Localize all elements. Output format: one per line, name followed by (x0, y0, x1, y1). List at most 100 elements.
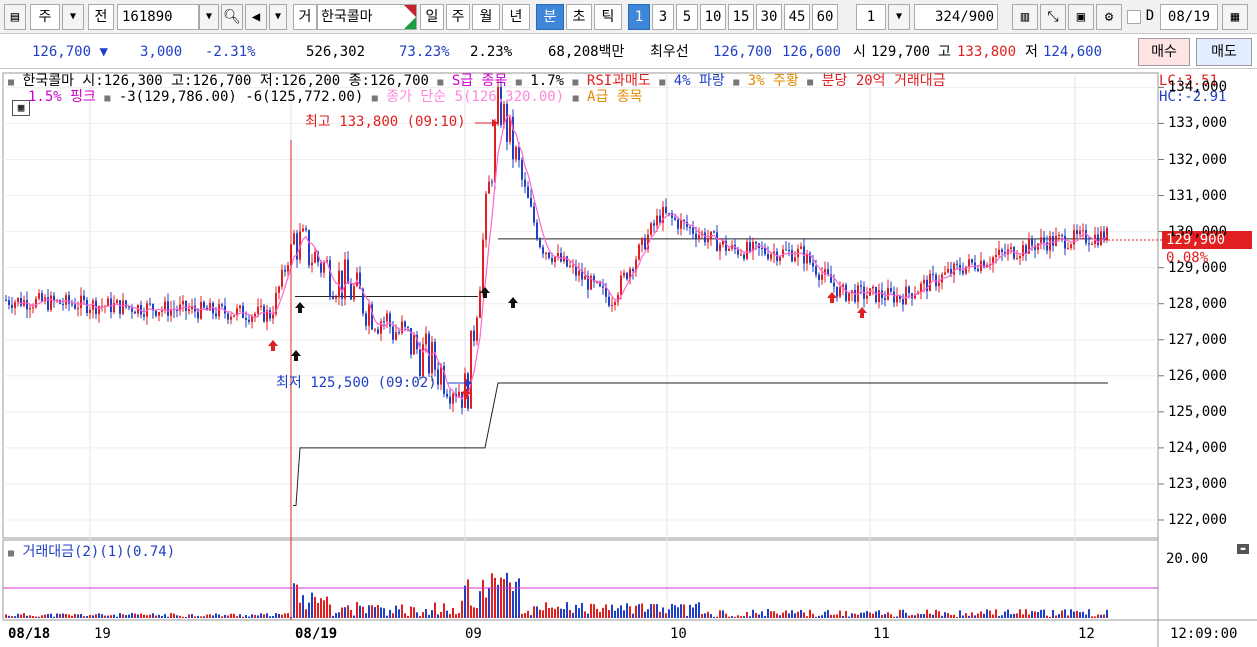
volume-bar (122, 614, 124, 618)
stock-name-field[interactable]: 한국콜마 (317, 4, 417, 30)
candle-body (158, 311, 160, 316)
candle-body (386, 313, 388, 322)
speaker-icon[interactable]: ◀ (245, 4, 267, 30)
volume-bar (698, 602, 700, 618)
chart-area[interactable]: ■ 한국콜마 시:126,300 고:126,700 저:126,200 종:1… (0, 70, 1257, 647)
candle-body (608, 296, 610, 306)
volume-bar (149, 614, 151, 618)
candle-body (923, 279, 925, 284)
interval-60-button[interactable]: 60 (812, 4, 838, 30)
candle-body (932, 273, 934, 275)
volume-bar (1046, 615, 1048, 618)
volume-bar (128, 614, 130, 618)
search-icon[interactable]: 🔍︎ (221, 4, 243, 30)
volume-bar (722, 610, 724, 618)
gear-icon[interactable]: ⚙ (1096, 4, 1122, 30)
date-checkbox[interactable] (1127, 10, 1141, 24)
calendar-icon[interactable]: ▦ (1222, 4, 1248, 30)
buy-button[interactable]: 매수 (1138, 38, 1190, 66)
chevron-down-icon[interactable]: ▼ (62, 4, 84, 30)
grid-toggle-icon[interactable]: ▦ (12, 100, 30, 116)
volume-bar (125, 615, 127, 618)
candle-body (281, 269, 283, 287)
interval-30-button[interactable]: 30 (756, 4, 782, 30)
candle-body (1091, 244, 1093, 246)
period-second-button[interactable]: 초 (566, 4, 592, 30)
interval-5-button[interactable]: 5 (676, 4, 698, 30)
volume-bar (788, 613, 790, 618)
volume-bar (635, 605, 637, 618)
date-input[interactable]: 08/19 (1160, 4, 1218, 30)
time-label-09: 09 (465, 626, 482, 642)
price-tick-label: 125,000 (1168, 403, 1228, 420)
stock-code-input[interactable]: 161890 (117, 4, 199, 30)
candle-body (971, 259, 973, 263)
volume-bar (176, 615, 178, 618)
trend-icon[interactable]: ⤡ (1040, 4, 1066, 30)
candle-body (119, 300, 121, 314)
chart-type-select[interactable]: 주 (30, 4, 60, 30)
volume-bar (812, 613, 814, 618)
volume-legend-text: 거래대금(2)(1)(0.74) (22, 544, 176, 560)
volume-bar (167, 616, 169, 618)
period-day-button[interactable]: 일 (420, 4, 444, 30)
ma-line (17, 114, 1108, 400)
period-month-button[interactable]: 월 (472, 4, 500, 30)
save-icon[interactable]: ▣ (1068, 4, 1094, 30)
multiplier-dropdown-icon[interactable]: ▼ (888, 4, 910, 30)
prev-button[interactable]: 전 (88, 4, 114, 30)
volume-bar (347, 605, 349, 618)
volume-bar (953, 614, 955, 618)
candle-body (959, 264, 961, 271)
period-tick-button[interactable]: 틱 (594, 4, 622, 30)
count-field[interactable]: 324/900 (914, 4, 998, 30)
interval-15-button[interactable]: 15 (728, 4, 754, 30)
volume-bar (584, 611, 586, 618)
volume-bar (1028, 614, 1030, 618)
volume-bar (914, 615, 916, 618)
candle-body (641, 237, 643, 245)
volume-bar (521, 613, 523, 618)
volume-bar (848, 616, 850, 618)
window-menu-icon[interactable]: ▤ (4, 4, 26, 30)
code-dropdown-icon[interactable]: ▼ (199, 4, 219, 30)
volume-bar (593, 604, 595, 618)
candle-body (902, 298, 904, 305)
candle-body (1052, 236, 1054, 246)
volume-bar (659, 611, 661, 618)
candle-body (422, 344, 424, 377)
candle-body (278, 286, 280, 293)
volume-bar (245, 615, 247, 618)
multiplier-input[interactable]: 1 (856, 4, 886, 30)
volume-bar (422, 612, 424, 618)
volume-bar (761, 611, 763, 618)
interval-1-button[interactable]: 1 (628, 4, 650, 30)
volume-collapse-icon[interactable]: ▬ (1237, 544, 1249, 554)
candle-body (1070, 244, 1072, 248)
volume-bar (707, 611, 709, 618)
legend-ma: 종가 단순 5(126,320.00) (386, 89, 565, 105)
volume-bar (677, 607, 679, 618)
period-minute-button[interactable]: 분 (536, 4, 564, 30)
volume-bar (266, 613, 268, 618)
candle-body (833, 282, 835, 287)
volume-bar (152, 613, 154, 618)
candle-body (311, 262, 313, 266)
interval-10-button[interactable]: 10 (700, 4, 726, 30)
volume-bar (668, 609, 670, 618)
candle-icon[interactable]: ▥ (1012, 4, 1038, 30)
candle-body (164, 301, 166, 310)
volume-bar (281, 614, 283, 618)
sell-button[interactable]: 매도 (1196, 38, 1252, 66)
speaker-dropdown-icon[interactable]: ▼ (269, 4, 287, 30)
candle-body (674, 217, 676, 220)
candle-body (845, 284, 847, 301)
interval-3-button[interactable]: 3 (652, 4, 674, 30)
volume-bar (197, 615, 199, 618)
period-year-button[interactable]: 년 (502, 4, 530, 30)
interval-45-button[interactable]: 45 (784, 4, 810, 30)
volume-bar (851, 613, 853, 618)
price-chart-svg[interactable] (0, 70, 1257, 647)
volume-bar (860, 612, 862, 618)
period-week-button[interactable]: 주 (446, 4, 470, 30)
